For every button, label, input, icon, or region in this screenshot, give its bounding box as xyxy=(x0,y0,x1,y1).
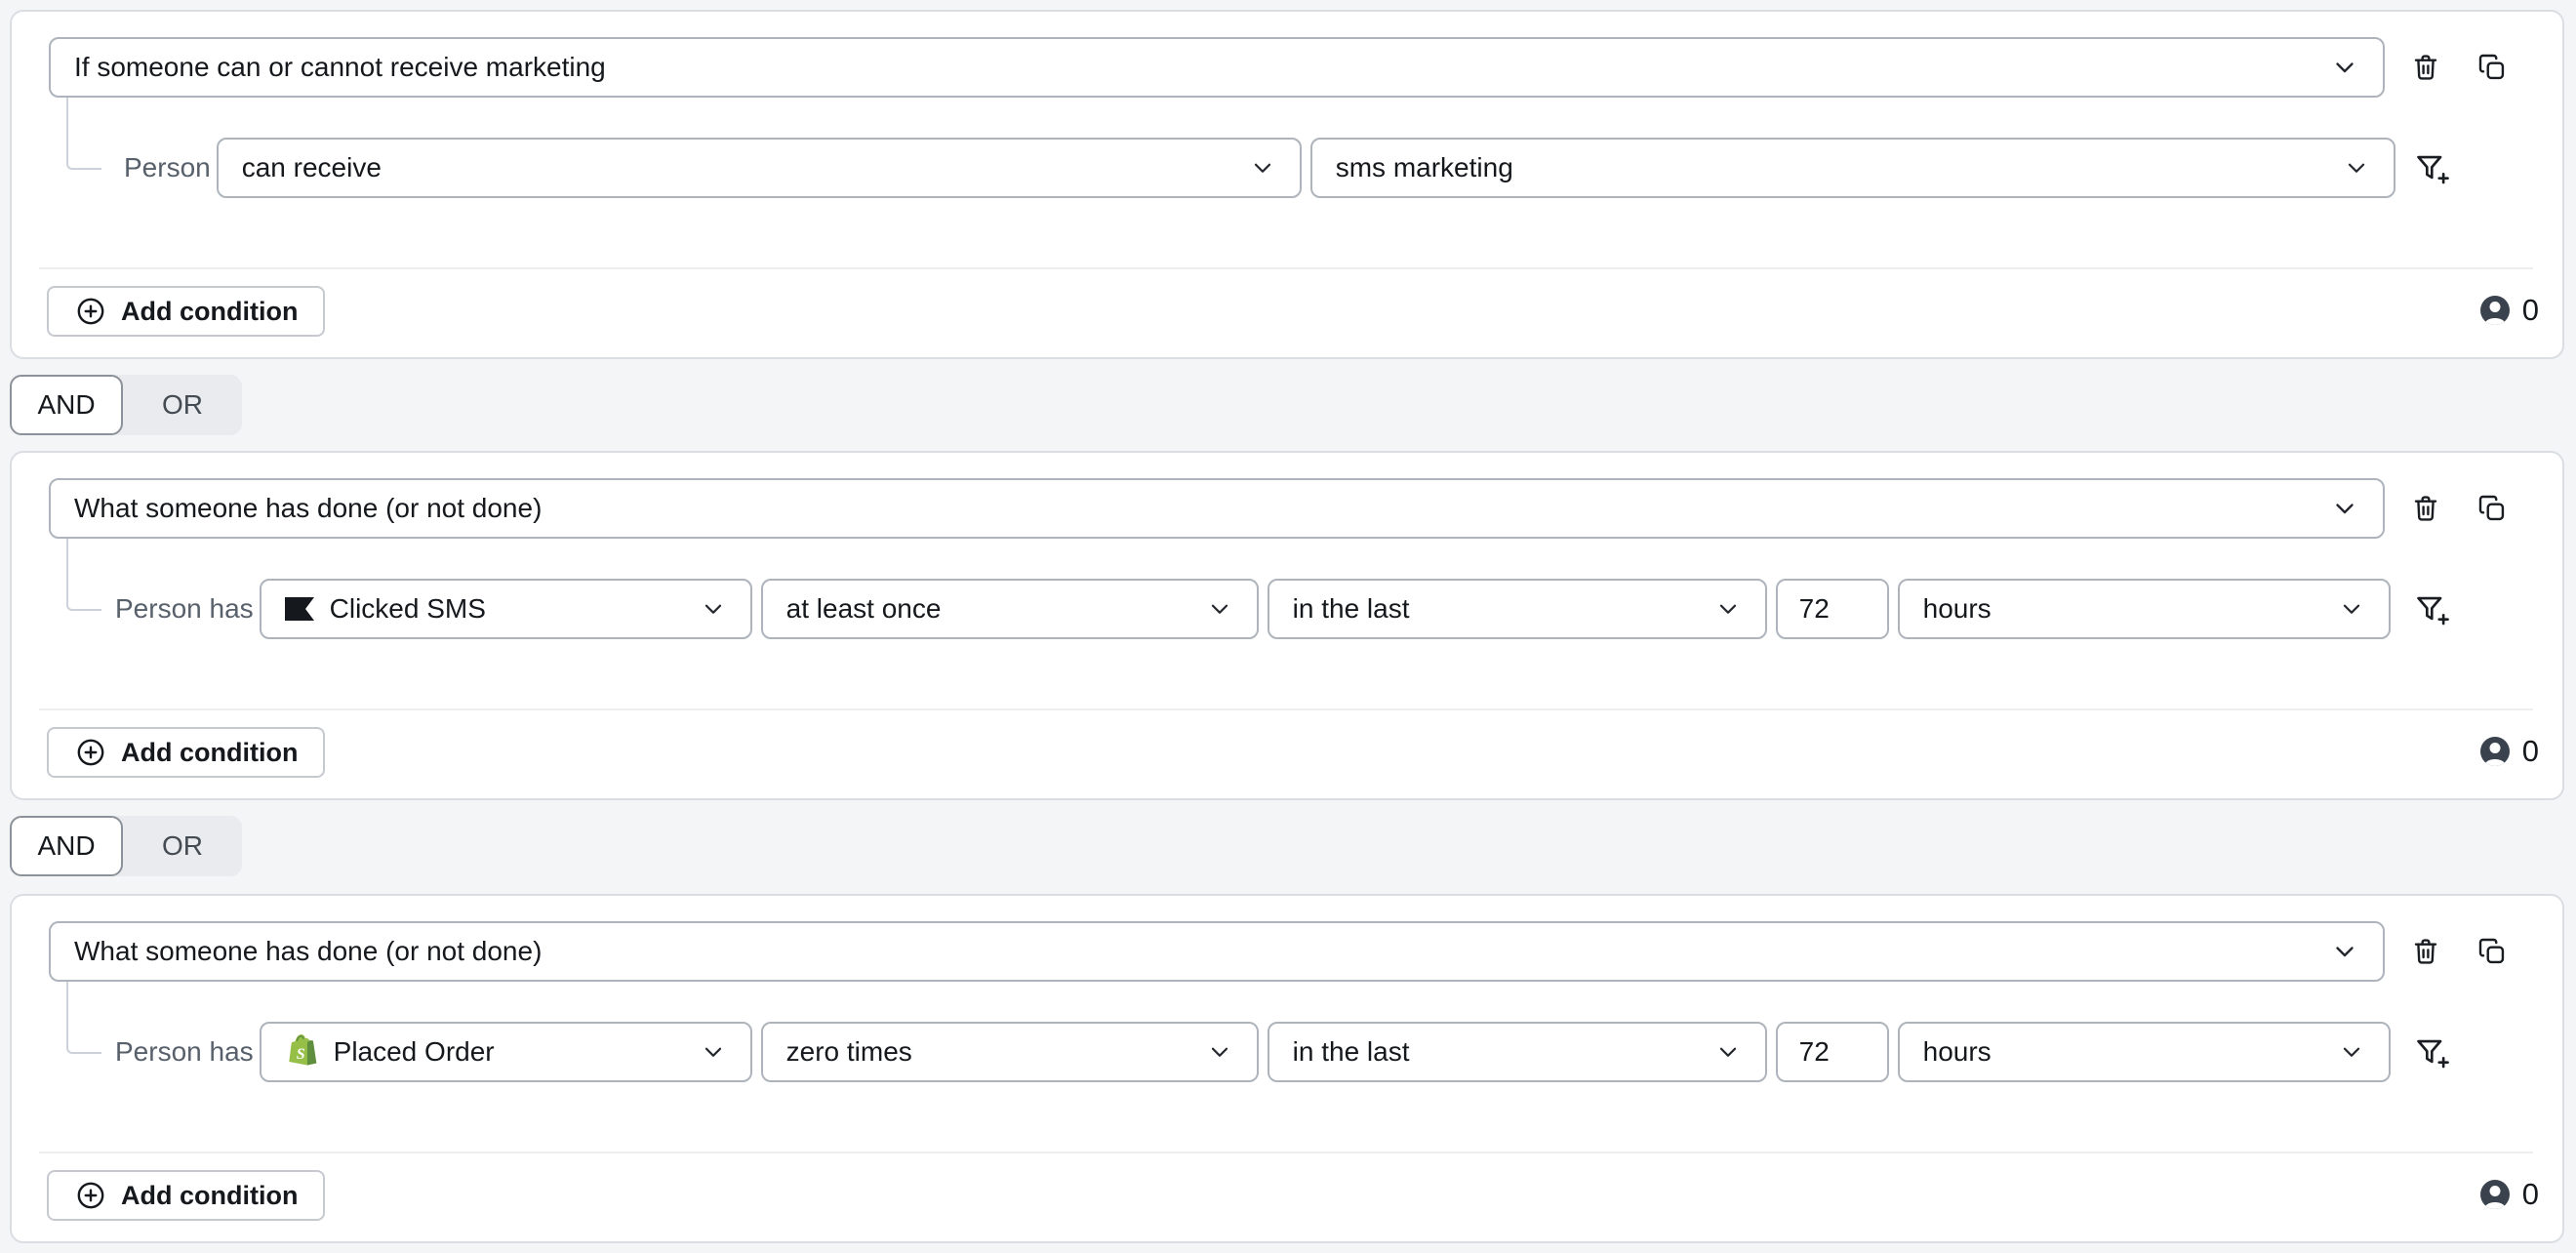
profile-count-value: 0 xyxy=(2522,734,2539,769)
condition-type-value: What someone has done (or not done) xyxy=(74,936,542,967)
frequency-select[interactable]: at least once xyxy=(761,579,1259,639)
chevron-down-icon xyxy=(1714,595,1742,623)
condition-row-label: Person has xyxy=(115,593,254,625)
operator-or-button[interactable]: OR xyxy=(123,816,242,876)
trash-icon xyxy=(2410,936,2441,967)
chevron-down-icon xyxy=(1206,595,1233,623)
add-condition-label: Add condition xyxy=(121,297,298,327)
plus-circle-icon xyxy=(74,736,107,769)
add-filter-button[interactable] xyxy=(2410,146,2453,189)
shopify-icon: S xyxy=(285,1033,318,1071)
logic-operator-toggle: OR AND xyxy=(10,375,242,435)
time-unit-select[interactable]: hours xyxy=(1898,579,2391,639)
event-value: Clicked SMS xyxy=(330,593,486,625)
profile-count: 0 xyxy=(2480,726,2539,777)
trash-icon xyxy=(2410,493,2441,524)
person-icon xyxy=(2480,1180,2510,1209)
profile-count-value: 0 xyxy=(2522,293,2539,328)
chevron-down-icon xyxy=(2338,1038,2365,1066)
filter-plus-icon xyxy=(2413,150,2450,185)
condition-card-event-sms: What someone has done (or not done) Pers… xyxy=(10,451,2564,800)
chevron-down-icon xyxy=(1249,154,1276,182)
add-condition-label: Add condition xyxy=(121,738,298,768)
card-divider xyxy=(39,708,2533,710)
add-condition-button[interactable]: Add condition xyxy=(47,286,325,337)
person-icon xyxy=(2480,296,2510,325)
profile-count-value: 0 xyxy=(2522,1177,2539,1212)
chevron-down-icon xyxy=(2343,154,2370,182)
condition-row: Person can receive sms marketing xyxy=(12,137,2562,199)
delete-condition-button[interactable] xyxy=(2404,930,2447,973)
chevron-down-icon xyxy=(1714,1038,1742,1066)
consent-action-value: can receive xyxy=(242,152,382,183)
plus-circle-icon xyxy=(74,295,107,328)
consent-channel-select[interactable]: sms marketing xyxy=(1310,138,2395,198)
timeframe-amount-input[interactable] xyxy=(1776,579,1889,639)
logic-operator-toggle: OR AND xyxy=(10,816,242,876)
add-condition-button[interactable]: Add condition xyxy=(47,727,325,778)
plus-circle-icon xyxy=(74,1179,107,1212)
consent-channel-value: sms marketing xyxy=(1336,152,1513,183)
consent-action-select[interactable]: can receive xyxy=(217,138,1302,198)
chevron-down-icon xyxy=(2330,937,2359,966)
operator-or-button[interactable]: OR xyxy=(123,375,242,435)
timeframe-value: in the last xyxy=(1293,593,1410,625)
event-value: Placed Order xyxy=(334,1036,495,1068)
event-select[interactable]: S Placed Order xyxy=(260,1022,752,1082)
add-condition-button[interactable]: Add condition xyxy=(47,1170,325,1221)
duplicate-condition-button[interactable] xyxy=(2471,487,2514,530)
chevron-down-icon xyxy=(2338,595,2365,623)
add-filter-button[interactable] xyxy=(2410,1031,2453,1073)
condition-type-select[interactable]: If someone can or cannot receive marketi… xyxy=(49,37,2385,98)
delete-condition-button[interactable] xyxy=(2404,487,2447,530)
time-unit-select[interactable]: hours xyxy=(1898,1022,2391,1082)
timeframe-value: in the last xyxy=(1293,1036,1410,1068)
frequency-select[interactable]: zero times xyxy=(761,1022,1259,1082)
trash-icon xyxy=(2410,52,2441,83)
card-divider xyxy=(39,267,2533,269)
condition-type-value: What someone has done (or not done) xyxy=(74,493,542,524)
chevron-down-icon xyxy=(2330,53,2359,82)
card-divider xyxy=(39,1152,2533,1153)
copy-icon xyxy=(2476,52,2508,83)
delete-condition-button[interactable] xyxy=(2404,46,2447,89)
profile-count: 0 xyxy=(2480,1169,2539,1220)
condition-type-select[interactable]: What someone has done (or not done) xyxy=(49,478,2385,539)
person-icon xyxy=(2480,737,2510,766)
condition-row-label: Person xyxy=(124,152,211,183)
timeframe-amount-input[interactable] xyxy=(1776,1022,1889,1082)
duplicate-condition-button[interactable] xyxy=(2471,930,2514,973)
condition-row-label: Person has xyxy=(115,1036,254,1068)
event-select[interactable]: Clicked SMS xyxy=(260,579,752,639)
add-filter-button[interactable] xyxy=(2410,587,2453,630)
timeframe-select[interactable]: in the last xyxy=(1268,1022,1767,1082)
operator-and-button[interactable]: AND xyxy=(10,375,123,435)
condition-type-select[interactable]: What someone has done (or not done) xyxy=(49,921,2385,982)
time-unit-value: hours xyxy=(1923,593,1992,625)
duplicate-condition-button[interactable] xyxy=(2471,46,2514,89)
condition-row: Person has Clicked SMS at least once in … xyxy=(12,578,2562,640)
chevron-down-icon xyxy=(1206,1038,1233,1066)
add-condition-label: Add condition xyxy=(121,1181,298,1211)
condition-card-event-order: What someone has done (or not done) Pers… xyxy=(10,894,2564,1243)
frequency-value: zero times xyxy=(786,1036,912,1068)
copy-icon xyxy=(2476,936,2508,967)
frequency-value: at least once xyxy=(786,593,942,625)
sms-flag-icon xyxy=(285,597,314,621)
svg-text:S: S xyxy=(296,1046,304,1063)
operator-and-button[interactable]: AND xyxy=(10,816,123,876)
profile-count: 0 xyxy=(2480,285,2539,336)
condition-card-consent: If someone can or cannot receive marketi… xyxy=(10,10,2564,359)
timeframe-select[interactable]: in the last xyxy=(1268,579,1767,639)
copy-icon xyxy=(2476,493,2508,524)
time-unit-value: hours xyxy=(1923,1036,1992,1068)
filter-plus-icon xyxy=(2413,591,2450,626)
condition-row: Person has S Placed Order zero times in … xyxy=(12,1021,2562,1083)
condition-type-value: If someone can or cannot receive marketi… xyxy=(74,52,606,83)
chevron-down-icon xyxy=(700,1038,727,1066)
chevron-down-icon xyxy=(2330,494,2359,523)
chevron-down-icon xyxy=(700,595,727,623)
filter-plus-icon xyxy=(2413,1034,2450,1070)
